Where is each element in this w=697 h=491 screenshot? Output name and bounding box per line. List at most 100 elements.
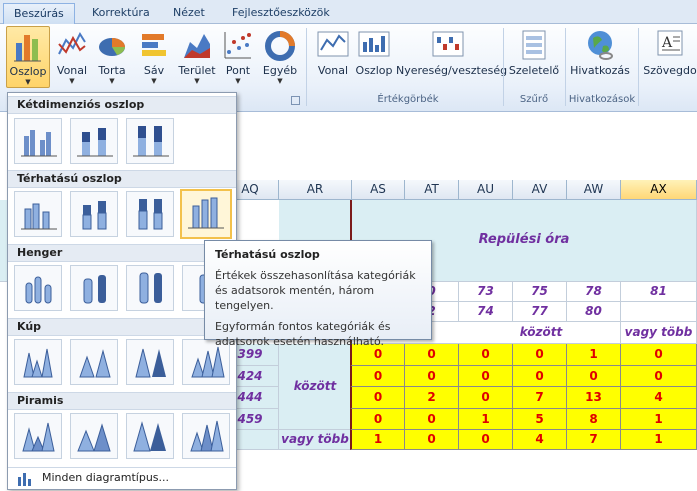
- area-chart-icon: [184, 34, 210, 58]
- grid-cell[interactable]: 4: [513, 430, 567, 450]
- bar-chart-button[interactable]: Sáv ▼: [136, 26, 172, 88]
- hyperlink-button[interactable]: Hivatkozás: [568, 26, 632, 88]
- grid-cell[interactable]: 0: [350, 366, 405, 387]
- slicer-button[interactable]: Szeletelő: [508, 26, 560, 88]
- or-more-label[interactable]: vagy több: [279, 430, 352, 450]
- grid-cell[interactable]: 1: [459, 409, 513, 430]
- grid-cell[interactable]: 0: [405, 366, 459, 387]
- section-3d-column: Térhatású oszlop: [8, 170, 236, 188]
- grid-cell[interactable]: 0: [567, 366, 621, 387]
- grid-cell[interactable]: 13: [567, 387, 621, 409]
- column-header-ax[interactable]: AX: [621, 180, 697, 200]
- cell-value[interactable]: 74: [459, 302, 513, 322]
- dialog-launcher-icon[interactable]: [291, 96, 300, 105]
- grid-cell[interactable]: 0: [459, 430, 513, 450]
- tab-review[interactable]: Korrektúra: [82, 3, 160, 24]
- 3d-column-icon: [188, 197, 224, 229]
- sparkline-column-button[interactable]: Oszlop: [354, 26, 394, 88]
- grid-cell[interactable]: 0: [350, 409, 405, 430]
- tab-view[interactable]: Nézet: [163, 3, 215, 24]
- clustered-cylinder-option[interactable]: [14, 265, 62, 311]
- scatter-chart-button[interactable]: Pont ▼: [222, 26, 254, 88]
- textbox-button[interactable]: A Szövegdo: [643, 26, 697, 88]
- clustered-pyramid-option[interactable]: [14, 413, 62, 459]
- percent-stacked-column-option[interactable]: [126, 118, 174, 164]
- grid-cell[interactable]: 7: [567, 430, 621, 450]
- 3d-stacked-column-option[interactable]: [70, 191, 118, 237]
- grid-cell[interactable]: 1: [621, 409, 697, 430]
- grid-cell[interactable]: 0: [513, 344, 567, 366]
- grid-cell[interactable]: 0: [459, 344, 513, 366]
- stacked-pyramid-option[interactable]: [70, 413, 118, 459]
- cell-value[interactable]: 77: [513, 302, 567, 322]
- percent-stacked-cone-option[interactable]: [126, 339, 174, 385]
- tooltip-description: Értékek összehasonlítása kategóriák és a…: [215, 269, 416, 312]
- cell-value[interactable]: [621, 302, 697, 322]
- grid-cell[interactable]: 1: [567, 344, 621, 366]
- sparkline-line-button[interactable]: Vonal: [312, 26, 354, 88]
- chevron-down-icon: ▼: [235, 77, 241, 85]
- 3d-percent-stacked-column-option[interactable]: [126, 191, 174, 237]
- stacked-cone-option[interactable]: [70, 339, 118, 385]
- grid-cell[interactable]: 0: [405, 430, 459, 450]
- clustered-cone-option[interactable]: [14, 339, 62, 385]
- column-header-aw[interactable]: AW: [567, 180, 621, 200]
- group-label-links: Hivatkozások: [568, 94, 636, 105]
- column-header-au[interactable]: AU: [459, 180, 513, 200]
- grid-cell[interactable]: 4: [621, 387, 697, 409]
- other-charts-button[interactable]: Egyéb ▼: [260, 26, 300, 88]
- grid-cell[interactable]: 7: [513, 387, 567, 409]
- area-chart-button[interactable]: Terület ▼: [176, 26, 218, 88]
- cell-value[interactable]: 73: [459, 282, 513, 302]
- percent-stacked-pyramid-option[interactable]: [126, 413, 174, 459]
- grid-cell[interactable]: 0: [621, 344, 697, 366]
- tab-developer[interactable]: Fejlesztőeszközök: [222, 3, 340, 24]
- tab-insert[interactable]: Beszúrás: [3, 3, 75, 24]
- pie-chart-button[interactable]: Torta ▼: [94, 26, 130, 88]
- cell-value[interactable]: 78: [567, 282, 621, 302]
- 3d-column-option[interactable]: [180, 189, 232, 239]
- 3d-clustered-column-option[interactable]: [14, 191, 62, 237]
- percent-stacked-cylinder-icon: [139, 272, 162, 304]
- column-chart-gallery: Kétdimenziós oszlop Térhatású oszlop Hen…: [7, 92, 237, 490]
- grid-cell[interactable]: 2: [405, 387, 459, 409]
- all-chart-types-link[interactable]: Minden diagramtípus...: [8, 467, 236, 489]
- grid-cell[interactable]: 8: [567, 409, 621, 430]
- hyperlink-globe-icon: [588, 31, 613, 60]
- or-more-label[interactable]: vagy több: [621, 322, 697, 344]
- cell-value[interactable]: 81: [621, 282, 697, 302]
- tooltip-title: Térhatású oszlop: [215, 248, 320, 261]
- cone-chart-icon: [23, 348, 53, 378]
- group-label-sparklines: Értékgörbék: [377, 94, 439, 105]
- sparkline-column-icon: [358, 31, 390, 57]
- column-header-at[interactable]: AT: [405, 180, 459, 200]
- textbox-icon: A: [657, 30, 683, 56]
- column-chart-button[interactable]: Oszlop ▼: [6, 26, 50, 88]
- grid-cell[interactable]: 0: [459, 366, 513, 387]
- cell-value[interactable]: 80: [567, 302, 621, 322]
- percent-stacked-cylinder-option[interactable]: [126, 265, 174, 311]
- line-chart-button[interactable]: Vonal ▼: [54, 26, 90, 88]
- 3d-pyramid-option[interactable]: [182, 413, 230, 459]
- sparkline-winloss-button[interactable]: Nyereség/veszteség: [396, 26, 507, 88]
- cell-value[interactable]: 75: [513, 282, 567, 302]
- column-header-ar[interactable]: AR: [279, 180, 352, 200]
- grid-cell[interactable]: 0: [405, 409, 459, 430]
- chart-type-tooltip: Térhatású oszlop Értékek összehasonlítás…: [204, 240, 432, 348]
- stacked-cylinder-option[interactable]: [70, 265, 118, 311]
- clustered-column-option[interactable]: [14, 118, 62, 164]
- grid-cell[interactable]: 1: [350, 430, 405, 450]
- stacked-column-option[interactable]: [70, 118, 118, 164]
- grid-cell[interactable]: 0: [621, 366, 697, 387]
- column-header-as[interactable]: AS: [352, 180, 405, 200]
- grid-cell[interactable]: 0: [459, 387, 513, 409]
- grid-cell[interactable]: 0: [513, 366, 567, 387]
- grid-cell[interactable]: 1: [621, 430, 697, 450]
- group-label-filter: Szűrő: [519, 94, 549, 105]
- grid-cell[interactable]: 0: [350, 387, 405, 409]
- other-charts-icon: [265, 31, 295, 61]
- column-header-av[interactable]: AV: [513, 180, 567, 200]
- pyramid-chart-icon: [22, 422, 55, 452]
- grid-cell[interactable]: 5: [513, 409, 567, 430]
- between-label[interactable]: között: [279, 344, 352, 430]
